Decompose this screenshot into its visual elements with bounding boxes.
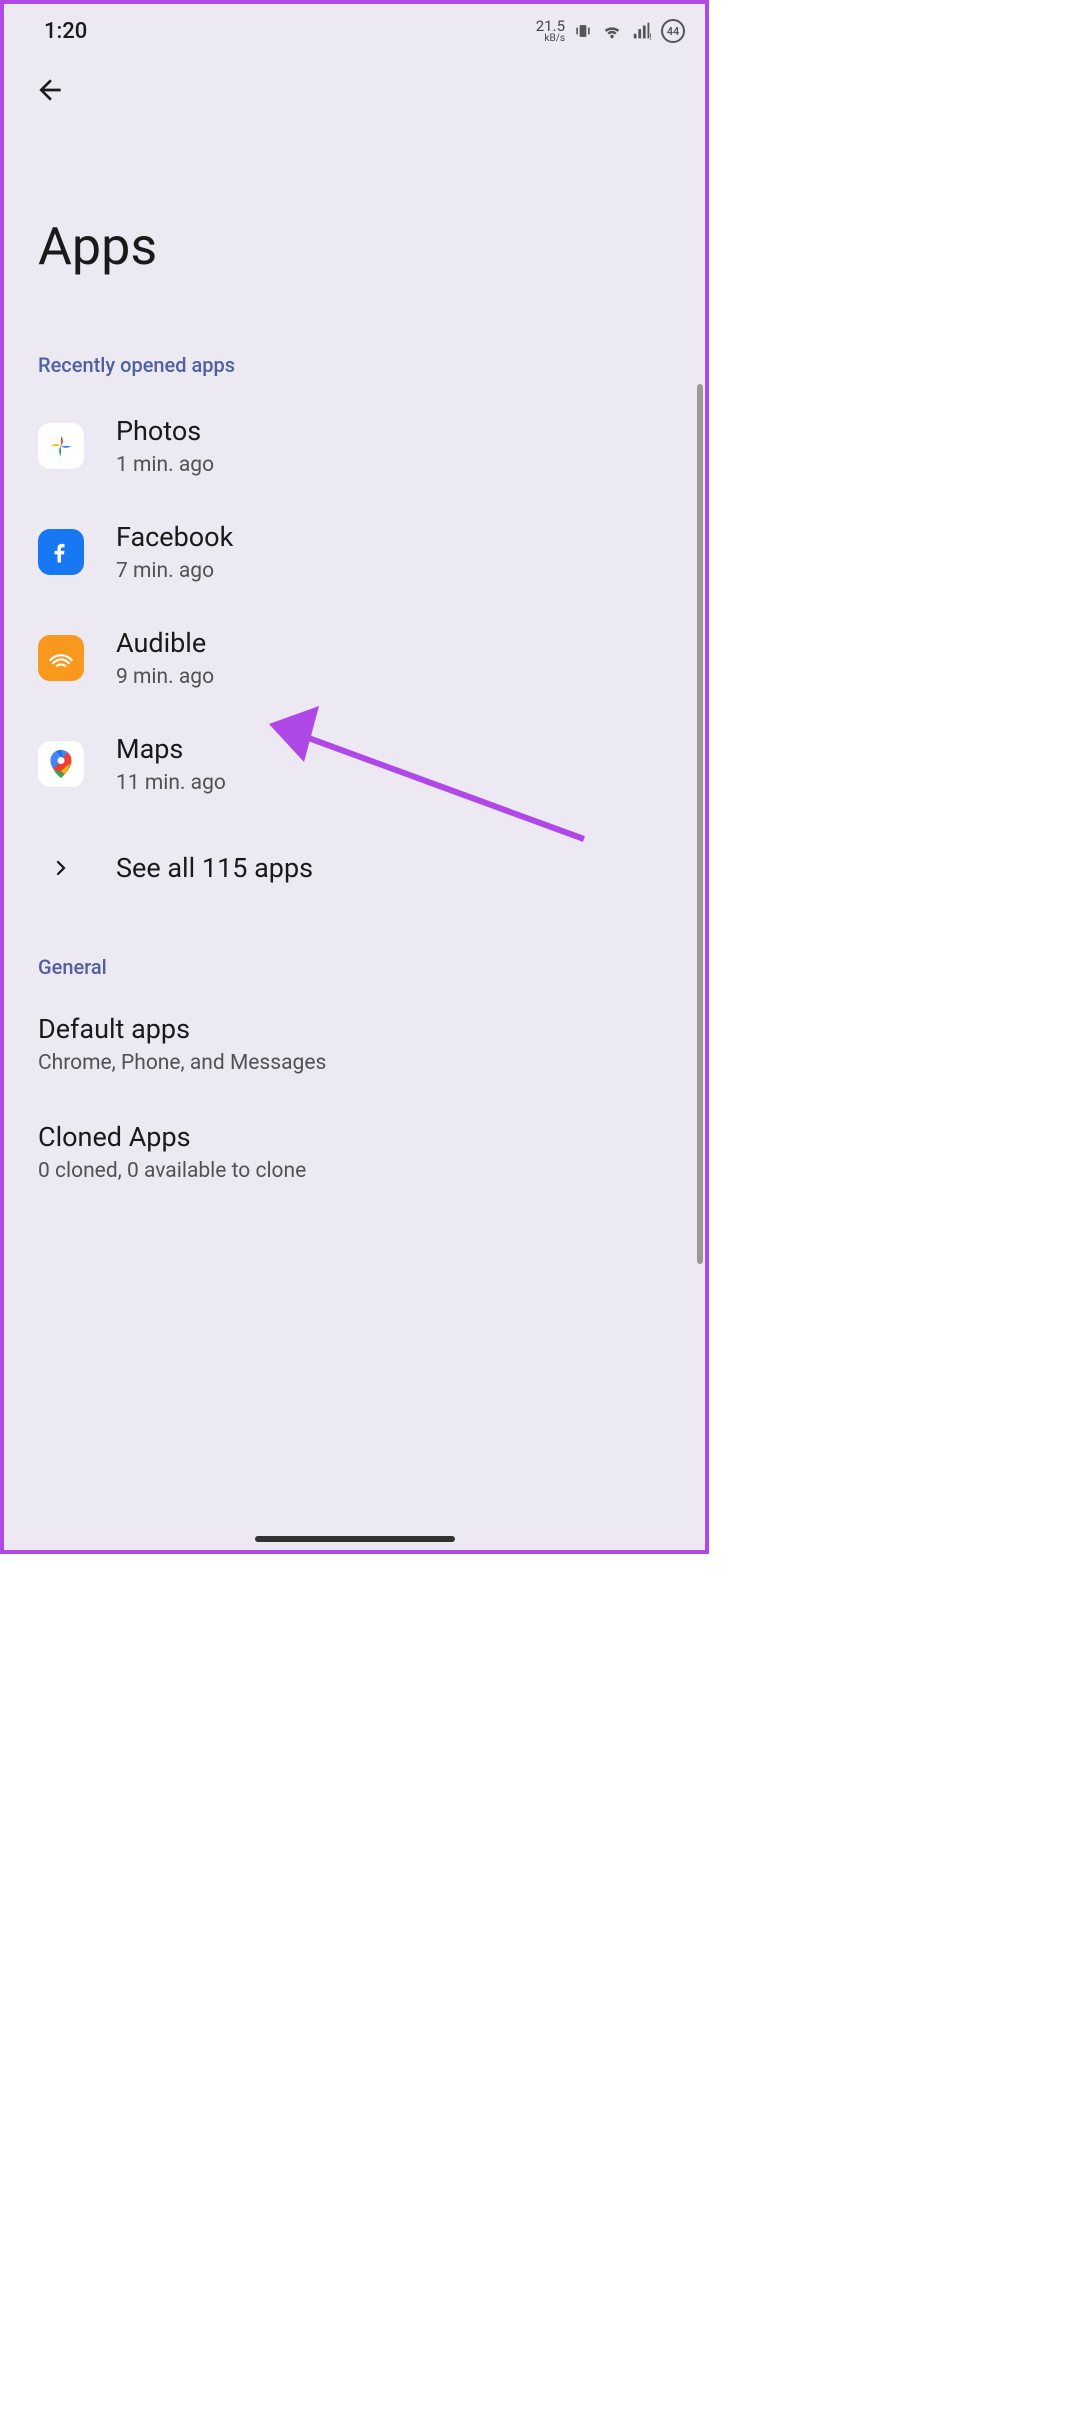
status-bar: 1:20 21.5 kB/s ! 44 [4,4,705,54]
screen: 1:20 21.5 kB/s ! 44 Apps Recently opened… [0,0,709,1554]
app-sub: 9 min. ago [116,665,214,689]
wifi-icon [601,20,623,42]
row-title: Default apps [38,1013,671,1045]
app-row-audible[interactable]: Audible 9 min. ago [4,605,705,711]
page-title: Apps [4,126,705,317]
app-name: Maps [116,733,226,765]
section-header-recent: Recently opened apps [4,317,705,393]
chevron-right-icon [52,859,70,877]
app-name: Photos [116,415,214,447]
vibrate-icon [573,21,593,41]
see-all-apps[interactable]: See all 115 apps [4,817,705,919]
back-button[interactable] [30,70,70,110]
facebook-icon [38,529,84,575]
speed-value: 21.5 [536,17,565,35]
app-row-photos[interactable]: Photos 1 min. ago [4,393,705,499]
app-sub: 7 min. ago [116,559,233,583]
speed-unit: kB/s [536,34,565,44]
app-row-facebook[interactable]: Facebook 7 min. ago [4,499,705,605]
nav-handle[interactable] [255,1536,455,1542]
default-apps-row[interactable]: Default apps Chrome, Phone, and Messages [4,995,705,1093]
battery-icon: 44 [661,19,685,43]
see-all-label: See all 115 apps [116,852,313,884]
arrow-back-icon [34,74,66,106]
app-sub: 11 min. ago [116,771,226,795]
app-name: Audible [116,627,214,659]
app-name: Facebook [116,521,233,553]
status-time: 1:20 [44,19,87,44]
network-speed: 21.5 kB/s [536,19,565,44]
app-sub: 1 min. ago [116,453,214,477]
section-header-general: General [4,919,705,995]
signal-icon: ! [631,20,653,42]
scrollbar[interactable] [697,384,703,1264]
row-title: Cloned Apps [38,1121,671,1153]
app-row-maps[interactable]: Maps 11 min. ago [4,711,705,817]
maps-icon [38,741,84,787]
cloned-apps-row[interactable]: Cloned Apps 0 cloned, 0 available to clo… [4,1093,705,1201]
row-sub: 0 cloned, 0 available to clone [38,1159,671,1183]
audible-icon [38,635,84,681]
photos-icon [38,423,84,469]
row-sub: Chrome, Phone, and Messages [38,1051,671,1075]
status-icons: 21.5 kB/s ! 44 [536,19,685,44]
svg-text:!: ! [649,33,651,42]
